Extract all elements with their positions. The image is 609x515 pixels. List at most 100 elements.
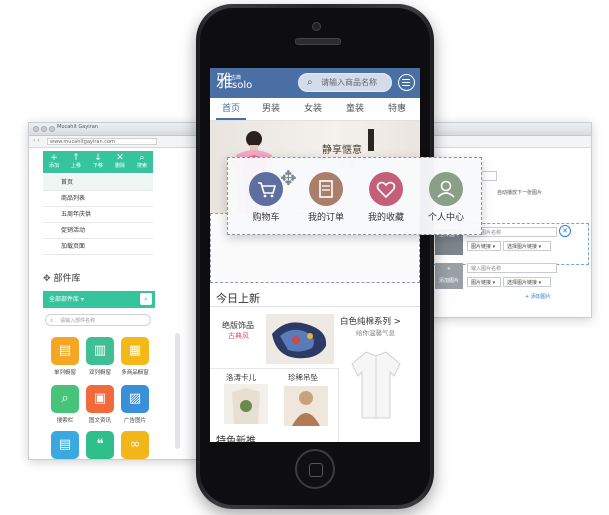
- heart-icon: [369, 172, 403, 206]
- arrow-up-icon: ↑: [72, 153, 80, 163]
- favorites-shortcut[interactable]: 我的收藏: [356, 158, 416, 223]
- phone-device: 雅 古典 solo ⌕ 请输入商品名称 首页 男装 女装 童装 特惠 静享惬意 …: [196, 4, 434, 509]
- multi-product-window-tile[interactable]: ▦: [121, 337, 149, 365]
- product-title[interactable]: 白色纯棉系列 >: [340, 315, 401, 327]
- image-link-select[interactable]: 图片链接 ▾: [467, 241, 501, 251]
- address-bar: [431, 136, 591, 148]
- tab-men[interactable]: 男装: [256, 98, 286, 120]
- window-titlebar: [431, 123, 591, 136]
- close-icon[interactable]: ✕: [559, 225, 571, 237]
- image-link-select[interactable]: 图片链接 ▾: [467, 277, 501, 287]
- library-search-button[interactable]: ⌕: [140, 293, 152, 305]
- address-bar: ‹ › www.mucahitgayiran.com: [29, 136, 197, 148]
- move-handle-icon[interactable]: ✥: [280, 166, 297, 190]
- menu-item-loading-page[interactable]: 加载页面: [43, 239, 153, 255]
- product-search-input[interactable]: ⌕ 请输入商品名称: [298, 73, 392, 92]
- menu-item-home[interactable]: 首页: [43, 175, 153, 191]
- add-button[interactable]: + 添加: [44, 153, 64, 170]
- image-text-news-tile[interactable]: ▣: [86, 385, 114, 413]
- orders-shortcut[interactable]: 我的订单: [296, 158, 356, 223]
- pendant-image[interactable]: [284, 386, 328, 426]
- window-title: Mucahit Gayiran: [57, 124, 98, 130]
- divider: [210, 368, 338, 369]
- banner-calligraphy: 静享惬意: [322, 145, 362, 156]
- move-cross-icon: ✥: [43, 274, 51, 284]
- tile-label: 搜索栏: [56, 418, 74, 424]
- move-down-button[interactable]: ↓ 下移: [88, 153, 108, 170]
- editor-window-left: Mucahit Gayiran ‹ › www.mucahitgayiran.c…: [28, 122, 198, 460]
- tile-label: 图文资讯: [88, 418, 111, 424]
- quote-tile[interactable]: ❝: [86, 431, 114, 459]
- front-camera: [312, 22, 321, 31]
- ad-image-tile[interactable]: ▨: [121, 385, 149, 413]
- scrollbar[interactable]: [175, 333, 180, 449]
- product-title[interactable]: 珍稀吊坠: [288, 372, 318, 383]
- url-field[interactable]: www.mucahitgayiran.com: [47, 138, 157, 145]
- autoplay-hint: 自动播放下一张图片: [497, 190, 543, 196]
- back-arrow-icon[interactable]: ‹ ›: [33, 137, 40, 144]
- tile-label: 单列橱窗: [53, 370, 76, 376]
- tab-home[interactable]: 首页: [216, 98, 246, 120]
- move-up-button[interactable]: ↑ 上移: [66, 153, 86, 170]
- window-minimize-dot[interactable]: [41, 126, 47, 132]
- user-icon: [429, 172, 463, 206]
- scarf-image[interactable]: [266, 314, 334, 364]
- profile-shortcut[interactable]: 个人中心: [416, 158, 476, 223]
- divider: [210, 306, 420, 307]
- menu-item-products[interactable]: 商品列表: [43, 191, 153, 207]
- cart-icon: [249, 172, 283, 206]
- image-link-target-select[interactable]: 选择图片链接 ▾: [503, 241, 551, 251]
- app-header: 雅 古典 solo ⌕ 请输入商品名称: [210, 68, 420, 98]
- link-tile[interactable]: ∞: [121, 431, 149, 459]
- image-link-target-select[interactable]: 选择图片链接 ▾: [503, 277, 551, 287]
- earpiece: [295, 38, 341, 45]
- product-title[interactable]: 绝版饰品: [222, 320, 254, 331]
- phone-bezel: 雅 古典 solo ⌕ 请输入商品名称 首页 男装 女装 童装 特惠 静享惬意 …: [200, 8, 430, 505]
- search-icon: ⌕: [50, 317, 54, 324]
- add-image-button[interactable]: + 添加图片: [435, 263, 463, 289]
- double-column-window-tile[interactable]: ▥: [86, 337, 114, 365]
- white-shirt-image[interactable]: [350, 348, 402, 420]
- window-titlebar: Mucahit Gayiran: [29, 123, 197, 136]
- section-title: 今日上新: [216, 292, 260, 305]
- tab-sale[interactable]: 特惠: [382, 98, 412, 120]
- tab-kids[interactable]: 童装: [340, 98, 370, 120]
- product-subtitle: 古典风: [228, 332, 249, 340]
- tile-label: 广告图片: [123, 418, 146, 424]
- floating-shortcut-menu[interactable]: 购物车 我的订单 我的收藏 个人中心 ✥: [227, 157, 482, 235]
- menu-item-promotion[interactable]: 促销活动: [43, 223, 153, 239]
- tile-label: 双列橱窗: [88, 370, 111, 376]
- library-search-input[interactable]: ⌕ 请输入部件名称: [45, 314, 151, 326]
- menu-icon[interactable]: [398, 74, 415, 91]
- plus-icon: +: [50, 153, 58, 163]
- delete-button[interactable]: ✕ 删除: [110, 153, 130, 170]
- search-icon: ⌕: [139, 153, 145, 163]
- window-zoom-dot[interactable]: [49, 126, 55, 132]
- component-tile[interactable]: ▤: [51, 431, 79, 459]
- product-subtitle: 给你温馨气息: [356, 329, 395, 337]
- product-title[interactable]: 洛涛卡儿: [226, 372, 256, 383]
- logo-word: solo: [232, 80, 253, 91]
- tile-label: 多商品橱窗: [121, 370, 149, 376]
- next-section-title: 特色新推: [216, 436, 256, 442]
- home-button[interactable]: [295, 449, 335, 489]
- image-name-input[interactable]: 输入图片名称: [467, 263, 557, 273]
- component-library-heading: ✥ 部件库: [43, 274, 81, 284]
- seal-stamp: [368, 129, 374, 151]
- search-button[interactable]: ⌕ 搜索: [132, 153, 152, 170]
- window-close-dot[interactable]: [33, 126, 39, 132]
- menu-item-anniversary[interactable]: 五周年庆供: [43, 207, 153, 223]
- arrow-down-icon: ↓: [94, 153, 102, 163]
- tab-women[interactable]: 女装: [298, 98, 328, 120]
- close-icon: ✕: [116, 153, 124, 163]
- category-tabs: 首页 男装 女装 童装 特惠: [210, 98, 420, 121]
- library-select[interactable]: 全部部件库 ▾ ⌕: [43, 291, 155, 308]
- search-icon: ⌕: [307, 77, 313, 88]
- add-image-link[interactable]: + 添加图片: [525, 293, 551, 300]
- single-column-window-tile[interactable]: ▤: [51, 337, 79, 365]
- phone-screen: 雅 古典 solo ⌕ 请输入商品名称 首页 男装 女装 童装 特惠 静享惬意 …: [210, 68, 420, 442]
- search-bar-tile[interactable]: ⌕: [51, 385, 79, 413]
- divider: [338, 368, 339, 442]
- product-image[interactable]: [224, 384, 268, 424]
- page-menu-list: 首页 商品列表 五周年庆供 促销活动 加载页面: [43, 175, 153, 255]
